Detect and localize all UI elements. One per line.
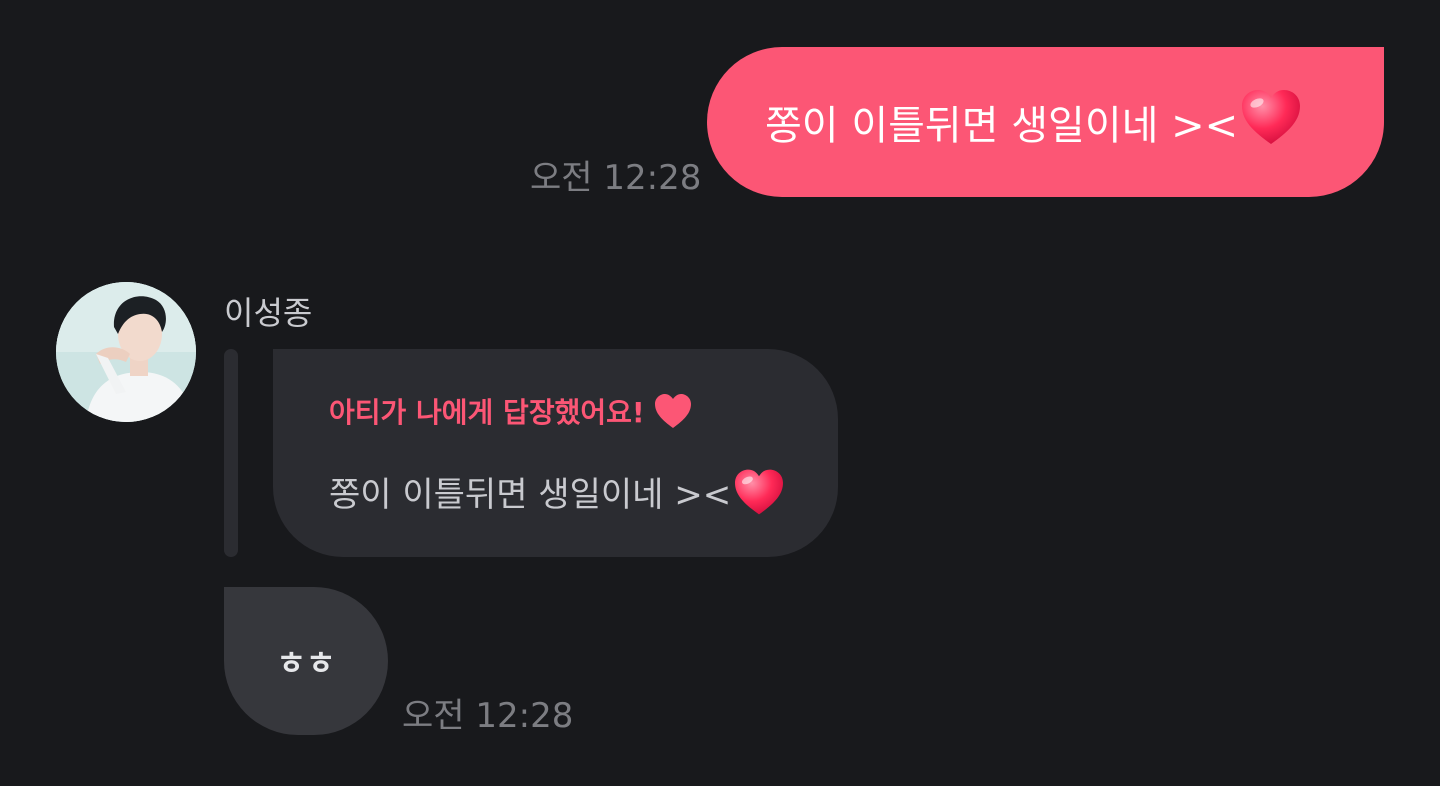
received-timestamp: 오전 12:28	[402, 696, 574, 736]
reply-quote: 쫑이 이틀뒤면 생일이네 ><	[329, 467, 785, 516]
sent-message-text: 쫑이 이틀뒤면 생일이네 ><	[765, 103, 1239, 149]
avatar[interactable]	[56, 282, 196, 422]
reply-card[interactable]: 아티가 나에게 답장했어요! 쫑이 이틀뒤면 생일이네 ><	[273, 349, 838, 557]
heart-icon	[654, 394, 691, 428]
reply-indicator-bar	[224, 349, 238, 557]
received-message-text: ㅎㅎ	[276, 644, 336, 682]
profile-photo-icon	[56, 282, 196, 422]
received-message-bubble[interactable]: ㅎㅎ	[224, 587, 388, 735]
sender-name: 이성종	[224, 294, 313, 332]
heart-icon	[1240, 88, 1302, 156]
sent-message-bubble[interactable]: 쫑이 이틀뒤면 생일이네 ><	[707, 47, 1384, 197]
reply-label: 아티가 나에게 답장했어요!	[329, 391, 693, 431]
heart-icon	[735, 469, 784, 514]
chat-screen: 쫑이 이틀뒤면 생일이네 >< 오전 12:28 이성종 아티가 나에게 답장했…	[0, 0, 1440, 786]
reply-quote-text: 쫑이 이틀뒤면 생일이네 ><	[329, 475, 732, 515]
sent-timestamp: 오전 12:28	[530, 158, 702, 198]
reply-label-text: 아티가 나에게 답장했어요!	[329, 396, 645, 429]
